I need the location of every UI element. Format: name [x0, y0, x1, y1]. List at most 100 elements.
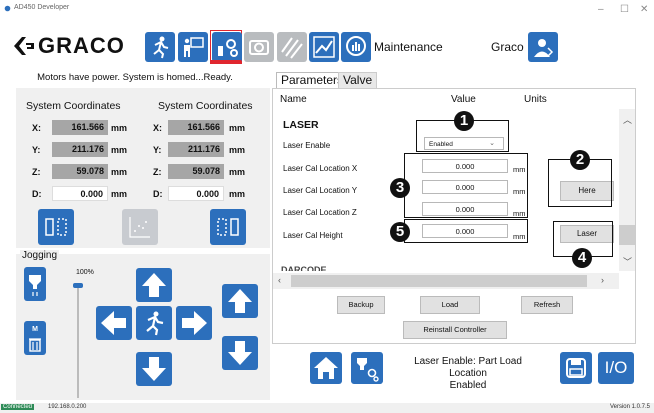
coord-unit: mm — [111, 189, 128, 199]
jog-z-up-button[interactable] — [222, 284, 258, 318]
coord-unit: mm — [229, 123, 246, 133]
teach-button[interactable] — [178, 32, 208, 62]
callout-badge-1: 1 — [454, 111, 474, 131]
vertical-scrollbar[interactable] — [619, 109, 635, 271]
arrow-down-icon — [228, 341, 252, 365]
gears-icon — [218, 39, 238, 57]
graco-logo-text: GRACO — [38, 33, 125, 58]
scroll-up-icon[interactable]: ︿ — [623, 113, 632, 126]
statistics-button[interactable] — [341, 32, 371, 62]
maintenance-button[interactable] — [212, 32, 242, 62]
axis-label-y: Y: — [32, 145, 41, 155]
coord-unit: mm — [229, 167, 246, 177]
coord-value-y: 211.176 — [52, 142, 108, 157]
connection-status-badge: Connected — [1, 404, 35, 410]
dispense-maintenance-button[interactable] — [351, 352, 383, 384]
minimize-button[interactable]: – — [598, 4, 604, 15]
svg-text:M: M — [32, 326, 38, 333]
arrow-left-icon — [101, 311, 126, 335]
jog-speed-slider[interactable] — [73, 283, 83, 288]
coord-value-z: 59.078 — [52, 164, 108, 179]
presenter-icon — [184, 37, 204, 57]
coordinates-panel: System Coordinates System Coordinates X:… — [16, 88, 270, 248]
coord-value-d: 0.000 — [52, 186, 108, 201]
callout-badge-4: 4 — [572, 248, 592, 268]
title-bar: AD450 Developer – ☐ ✕ — [0, 0, 654, 22]
arrow-down-icon — [142, 357, 166, 381]
frame-arrow-left-icon — [45, 218, 67, 236]
line-chart-icon — [313, 36, 335, 58]
scroll-left-icon[interactable]: ‹ — [278, 275, 281, 285]
dispense-button[interactable] — [24, 267, 46, 301]
jog-speed-track — [77, 283, 79, 398]
jog-x-plus-button[interactable] — [176, 306, 212, 340]
jog-speed-label: 100% — [76, 269, 94, 276]
axis-label-d: D: — [153, 189, 163, 199]
jog-z-down-button[interactable] — [222, 336, 258, 370]
window-title: AD450 Developer — [14, 4, 70, 11]
purge-button[interactable]: M — [24, 321, 46, 355]
jogging-label: Jogging — [20, 250, 60, 261]
coord-unit: mm — [229, 145, 246, 155]
operator-mode-button[interactable] — [145, 32, 175, 62]
graco-logo-icon — [14, 37, 34, 55]
backup-button[interactable]: Backup — [337, 296, 385, 314]
coordinates-title-right: System Coordinates — [158, 100, 253, 112]
load-button[interactable]: Load — [420, 296, 480, 314]
coord-unit: mm — [111, 167, 128, 177]
io-button[interactable]: I/O — [598, 352, 634, 384]
camera-button[interactable] — [244, 32, 274, 62]
scroll-right-icon[interactable]: › — [601, 275, 604, 285]
axis-label-y: Y: — [153, 145, 162, 155]
column-header-units: Units — [524, 94, 547, 105]
column-header-name: Name — [280, 94, 307, 105]
screen-title: Maintenance — [374, 40, 443, 54]
axis-label-d: D: — [32, 189, 42, 199]
user-button[interactable] — [528, 32, 558, 62]
floppy-disk-icon — [566, 358, 586, 378]
jog-home-button[interactable] — [136, 306, 172, 340]
copy-to-left-button[interactable] — [38, 209, 74, 245]
horizontal-scroll-thumb[interactable] — [291, 275, 587, 287]
tab-valve[interactable]: Valve — [338, 72, 378, 88]
close-button[interactable]: ✕ — [640, 4, 648, 15]
coord-value-y: 211.176 — [168, 142, 224, 157]
coord-unit: mm — [111, 145, 128, 155]
copy-to-right-button[interactable] — [210, 209, 246, 245]
maintenance-tab-active[interactable] — [210, 30, 242, 64]
active-tab-underline — [211, 60, 241, 63]
maximize-button[interactable]: ☐ — [620, 4, 629, 15]
bottom-status-line-1: Laser Enable: Part Load Location — [414, 356, 522, 379]
scatter-plot-icon — [129, 217, 150, 238]
param-label-cal-y: Laser Cal Location Y — [283, 186, 358, 195]
scatter-plot-button[interactable] — [122, 209, 158, 245]
coord-unit: mm — [229, 189, 246, 199]
param-label-cal-x: Laser Cal Location X — [283, 164, 358, 173]
coord-unit: mm — [111, 123, 128, 133]
column-header-value: Value — [451, 94, 476, 105]
pattern-button[interactable] — [277, 32, 307, 62]
param-label-laser-enable: Laser Enable — [283, 141, 331, 150]
home-button[interactable] — [310, 352, 342, 384]
jog-x-minus-button[interactable] — [96, 306, 132, 340]
dispense-valve-icon — [29, 275, 41, 296]
system-status-text: Motors have power. System is homed...Rea… — [37, 72, 233, 83]
refresh-button[interactable]: Refresh — [521, 296, 573, 314]
save-button[interactable] — [560, 352, 592, 384]
arrow-up-icon — [228, 289, 252, 313]
reinstall-controller-button[interactable]: Reinstall Controller — [403, 321, 507, 339]
jog-y-plus-button[interactable] — [136, 268, 172, 302]
coord-value-z: 59.078 — [168, 164, 224, 179]
coord-value-d: 0.000 — [168, 186, 224, 201]
callout-badge-5: 5 — [390, 222, 410, 242]
jog-y-minus-button[interactable] — [136, 352, 172, 386]
chart-button[interactable] — [309, 32, 339, 62]
vertical-scroll-thumb[interactable] — [619, 225, 635, 245]
scroll-down-icon[interactable]: ﹀ — [623, 255, 632, 268]
axis-label-x: X: — [32, 123, 41, 133]
app-icon — [4, 5, 11, 12]
section-heading-next: DARCODE — [281, 265, 327, 271]
house-icon — [314, 357, 338, 379]
axis-label-z: Z: — [153, 167, 162, 177]
arrow-right-icon — [182, 311, 207, 335]
